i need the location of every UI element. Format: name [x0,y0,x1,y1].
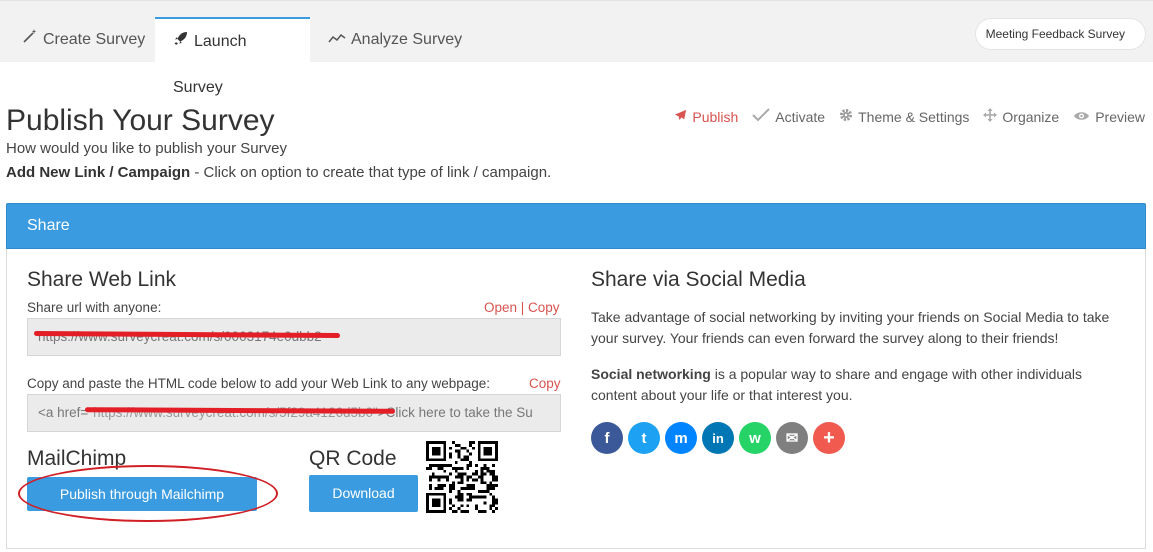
rocket-icon [173,19,189,65]
move-arrows-icon [983,108,998,125]
step-activate[interactable]: Activate [752,108,825,125]
step-label: Theme & Settings [858,108,970,125]
messenger-icon[interactable]: m [665,422,697,454]
gear-icon [839,108,853,125]
social-paragraph-1: Take advantage of social networking by i… [591,309,1110,346]
download-qr-button[interactable]: Download [309,475,418,512]
add-new-link-text: - Click on option to create that type of… [190,164,552,181]
share-url-label: Share url with anyone: [27,300,162,315]
step-label: Preview [1095,108,1145,125]
step-label: Activate [775,108,826,125]
open-link[interactable]: Open [484,300,517,315]
social-media-heading: Share via Social Media [591,268,806,291]
top-navigation-bar: Create Survey Launch Survey Analyze Surv… [0,0,1153,96]
page-subtitle: How would you like to publish your Surve… [6,140,287,157]
separator: | [517,300,529,315]
add-new-link-hint: Add New Link / Campaign - Click on optio… [6,164,551,181]
tab-label: Create Survey [43,31,146,49]
magic-wand-icon [22,17,38,63]
publish-steps: Publish Activate Theme & Settings Organi… [674,108,1145,125]
add-new-link-bold: Add New Link / Campaign [6,164,191,181]
page-title: Publish Your Survey [6,104,275,137]
social-icons-row: f t m in w ✉ + [591,422,845,454]
step-label: Organize [1002,108,1060,125]
survey-selector[interactable]: Meeting Feedback Survey [975,19,1145,49]
html-code-label: Copy and paste the HTML code below to ad… [27,376,491,391]
copy-url-link[interactable]: Copy [528,300,560,315]
tab-analyze-survey[interactable]: Analyze Survey [310,17,476,63]
step-label: Publish [692,108,739,125]
social-paragraph-2: Social networking is a popular way to sh… [591,364,1131,406]
step-publish[interactable]: Publish [674,108,738,125]
twitter-icon[interactable]: t [628,422,660,454]
step-theme-settings[interactable]: Theme & Settings [839,108,969,125]
social-networking-bold: Social networking [591,366,711,382]
copy-html-link[interactable]: Copy [529,376,561,391]
share-panel-header: Share [6,203,1146,249]
tab-label: Analyze Survey [351,31,463,49]
mailchimp-heading: MailChimp [27,447,127,470]
html-code-suffix: >Click here to take the Su [377,405,533,420]
linkedin-icon[interactable]: in [702,422,734,454]
tab-create-survey[interactable]: Create Survey [4,17,159,63]
qr-code-heading: QR Code [309,447,397,470]
tab-launch-survey[interactable]: Launch Survey [155,17,310,96]
step-preview[interactable]: Preview [1073,108,1145,125]
html-copy-wrap: Copy [529,376,561,391]
url-actions: Open | Copy [484,300,560,315]
step-organize[interactable]: Organize [983,108,1059,125]
publish-mailchimp-button[interactable]: Publish through Mailchimp [27,477,257,511]
whatsapp-icon[interactable]: w [739,422,771,454]
facebook-icon[interactable]: f [591,422,623,454]
line-chart-icon [328,17,346,63]
email-icon[interactable]: ✉ [776,422,808,454]
more-icon[interactable]: + [813,422,845,454]
check-icon [752,108,771,125]
eye-icon [1073,109,1090,125]
qr-code-image [426,441,498,518]
paper-plane-icon [674,109,687,125]
share-web-link-heading: Share Web Link [27,268,177,291]
html-code-prefix: <a href= [38,405,89,420]
